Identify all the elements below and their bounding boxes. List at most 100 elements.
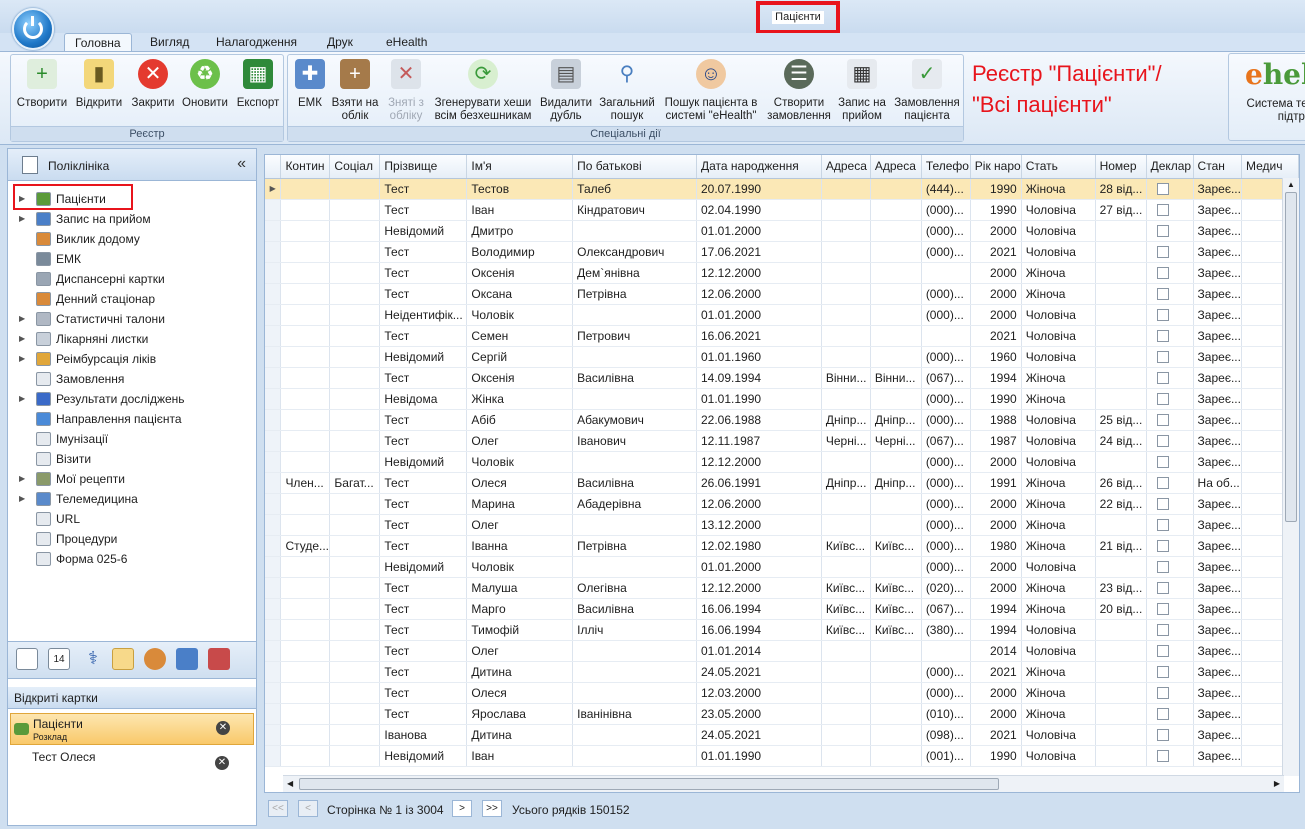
table-row[interactable]: Тест Олег 13.12.2000 (000)... 2000 Жіноча Заре… <box>265 514 1299 536</box>
next-page-button[interactable]: > <box>452 800 472 817</box>
expand-arrow-icon[interactable]: ▶ <box>19 309 25 329</box>
sidebar-item[interactable]: ▶ Результати досліджень <box>8 389 256 409</box>
table-row[interactable]: Тест Абіб Абакумович 22.06.1988 Дніпр... Дніп… <box>265 409 1299 431</box>
column-header[interactable]: Стать <box>1021 155 1096 179</box>
medical-caduceus-icon[interactable]: ⚕ <box>82 648 104 670</box>
column-header[interactable]: Телефо <box>921 155 971 179</box>
declaration-checkbox[interactable] <box>1156 687 1169 700</box>
expand-arrow-icon[interactable]: ▶ <box>19 469 25 489</box>
removed-from-record-button[interactable]: ✕ Зняті з обліку <box>382 59 430 123</box>
declaration-checkbox[interactable] <box>1156 477 1169 490</box>
doctor-icon[interactable] <box>144 648 166 670</box>
ehealth-patient-search-button[interactable]: ☺ Пошук пацієнта в системі "eHealth" <box>660 59 762 123</box>
sidebar-item[interactable]: URL <box>8 509 256 529</box>
declaration-checkbox[interactable] <box>1156 372 1169 385</box>
table-row[interactable]: Іванова Дитина 24.05.2021 (098)... 2021 Чолов… <box>265 724 1299 746</box>
horizontal-scroll-thumb[interactable] <box>299 778 999 790</box>
table-row[interactable]: Невідомий Чоловік 01.01.2000 (000)... 2000 Чо… <box>265 556 1299 578</box>
expand-arrow-icon[interactable]: ▶ <box>19 329 25 349</box>
table-row[interactable]: Тест Олеся 12.03.2000 (000)... 2000 Жіноча Зар… <box>265 682 1299 704</box>
collapse-icon[interactable]: « <box>237 155 246 173</box>
table-row[interactable]: Тест Володимир Олександрович 17.06.2021 (000… <box>265 241 1299 263</box>
tab-home[interactable]: Головна <box>64 33 132 52</box>
column-header[interactable]: Стан <box>1193 155 1242 179</box>
declaration-checkbox[interactable] <box>1156 246 1169 259</box>
take-on-record-button[interactable]: + Взяти на облік <box>330 59 380 123</box>
table-row[interactable]: Тест Оксенія Василівна 14.09.1994 Вінни... Ві… <box>265 367 1299 389</box>
declaration-checkbox[interactable] <box>1156 309 1169 322</box>
sidebar-item[interactable]: ▶ Запис на прийом <box>8 209 256 229</box>
table-row[interactable]: Тест Малуша Олегівна 12.12.2000 Київс... Київ… <box>265 577 1299 599</box>
table-row[interactable]: Тест Іван Кіндратович 02.04.1990 (000)... 199… <box>265 199 1299 221</box>
opened-card-patients[interactable]: Пацієнти Розклад ✕ <box>10 713 254 745</box>
create-order-button[interactable]: ☰ Створити замовлення <box>764 59 834 123</box>
open-button[interactable]: ▮ Відкрити <box>73 59 125 110</box>
table-row[interactable]: Неідентифік... Чоловік 01.01.2000 (000)... 2… <box>265 304 1299 326</box>
close-button[interactable]: ✕ Закрити <box>127 59 179 110</box>
create-button[interactable]: + Створити <box>13 59 71 110</box>
app-menu-button[interactable] <box>12 8 54 50</box>
sidebar-item[interactable]: Виклик додому <box>8 229 256 249</box>
scroll-up-icon[interactable]: ▲ <box>1287 180 1295 189</box>
table-row[interactable]: Тест Марго Василівна 16.06.1994 Київс... Київ… <box>265 598 1299 620</box>
sidebar-item[interactable]: ▶ Пацієнти <box>8 189 256 209</box>
declaration-checkbox[interactable] <box>1156 498 1169 511</box>
scroll-right-icon[interactable]: ▶ <box>1274 779 1280 788</box>
column-header[interactable]: Деклар <box>1146 155 1194 179</box>
table-row[interactable]: Невідома Жінка 01.01.1990 (000)... 1990 Жіноч… <box>265 388 1299 410</box>
declaration-checkbox[interactable] <box>1156 225 1169 238</box>
column-header[interactable]: Дата народження <box>696 155 822 179</box>
first-page-button[interactable]: << <box>268 800 288 817</box>
tab-print[interactable]: Друк <box>317 33 363 52</box>
column-header[interactable]: Адреса <box>870 155 922 179</box>
expand-arrow-icon[interactable]: ▶ <box>19 349 25 369</box>
prev-page-button[interactable]: < <box>298 800 318 817</box>
scroll-left-icon[interactable]: ◀ <box>287 779 293 788</box>
appointment-button[interactable]: ▦ Запис на прийом <box>834 59 890 123</box>
table-row[interactable]: Невідомий Іван 01.01.1990 (001)... 1990 Чолов… <box>265 745 1299 767</box>
close-card-icon[interactable]: ✕ <box>215 756 229 770</box>
declaration-checkbox[interactable] <box>1156 456 1169 469</box>
table-row[interactable]: Тест Семен Петрович 16.06.2021 2021 Чоловіча З… <box>265 325 1299 347</box>
table-row[interactable]: Студе... Тест Іванна Петрівна 12.02.1980 Київ… <box>265 535 1299 557</box>
sidebar-item[interactable]: ▶ Телемедицина <box>8 489 256 509</box>
declaration-checkbox[interactable] <box>1156 603 1169 616</box>
declaration-checkbox[interactable] <box>1156 435 1169 448</box>
table-row[interactable]: Тест Дитина 24.05.2021 (000)... 2021 Жіноча За… <box>265 661 1299 683</box>
column-header[interactable]: Прізвище <box>379 155 468 179</box>
sidebar-item[interactable]: Імунізації <box>8 429 256 449</box>
opened-card-test-olesya[interactable]: Тест Олеся ✕ <box>10 747 254 779</box>
sidebar-item[interactable]: Процедури <box>8 529 256 549</box>
sidebar-item[interactable]: ▶ Статистичні талони <box>8 309 256 329</box>
declaration-checkbox[interactable] <box>1156 708 1169 721</box>
grid-icon[interactable] <box>176 648 198 670</box>
generate-hashes-button[interactable]: ⟳ Згенерувати хеши всім безхешникам <box>430 59 536 123</box>
table-row[interactable]: ▶ Тест Тестов Талеб 20.07.1990 (444)... 1990 Жі… <box>265 178 1299 200</box>
expand-arrow-icon[interactable]: ▶ <box>19 189 25 209</box>
sidebar-item[interactable]: Форма 025-6 <box>8 549 256 569</box>
export-button[interactable]: ▦ Експорт <box>233 59 283 110</box>
sidebar-item[interactable]: Направлення пацієнта <box>8 409 256 429</box>
sidebar-item[interactable]: ЕМК <box>8 249 256 269</box>
column-header[interactable]: Контин <box>280 155 331 179</box>
delete-duplicate-button[interactable]: ▤ Видалити дубль <box>538 59 594 123</box>
table-row[interactable]: Тест Ярослава Іванінівна 23.05.2000 (010)...… <box>265 703 1299 725</box>
declaration-checkbox[interactable] <box>1156 519 1169 532</box>
table-row[interactable]: Тест Оксана Петрівна 12.06.2000 (000)... 2000… <box>265 283 1299 305</box>
declaration-checkbox[interactable] <box>1156 561 1169 574</box>
column-header[interactable]: Соціал <box>329 155 381 179</box>
document-icon[interactable] <box>16 648 38 670</box>
ehealth-support-button[interactable]: ehel Система технпідтримк <box>1228 53 1305 141</box>
refresh-button[interactable]: ♻ Оновити <box>179 59 231 110</box>
declaration-checkbox[interactable] <box>1156 582 1169 595</box>
expand-arrow-icon[interactable]: ▶ <box>19 389 25 409</box>
declaration-checkbox[interactable] <box>1156 288 1169 301</box>
declaration-checkbox[interactable] <box>1156 666 1169 679</box>
sidebar-item[interactable]: Диспансерні картки <box>8 269 256 289</box>
column-header[interactable]: Ім'я <box>466 155 574 179</box>
column-header[interactable]: Медич <box>1241 155 1299 179</box>
table-row[interactable]: Невідомий Дмитро 01.01.2000 (000)... 2000 Чол… <box>265 220 1299 242</box>
declaration-checkbox[interactable] <box>1156 645 1169 658</box>
general-search-button[interactable]: ⚲ Загальний пошук <box>596 59 658 123</box>
sidebar-item[interactable]: Денний стаціонар <box>8 289 256 309</box>
